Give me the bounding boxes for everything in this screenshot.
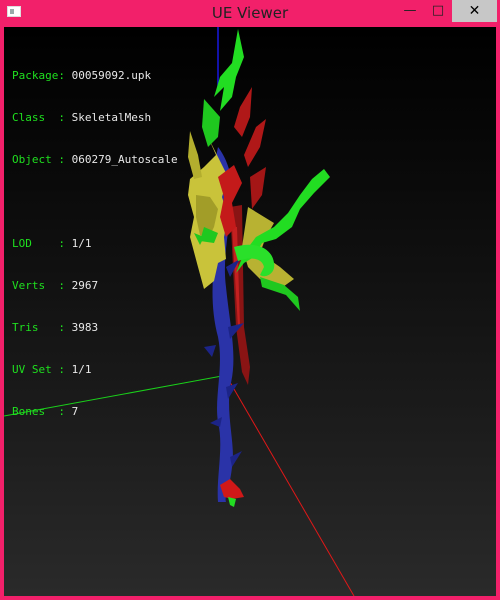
info-row-tris: Tris : 3983: [12, 321, 178, 335]
mesh-red-flame-right: [250, 167, 266, 209]
info-row-lod: LOD : 1/1: [12, 237, 178, 251]
maximize-button[interactable]: □: [425, 0, 451, 22]
info-value: SkeletalMesh: [71, 111, 152, 124]
info-label: Bones :: [12, 405, 72, 418]
info-row-class: Class : SkeletalMesh: [12, 111, 178, 125]
info-label: Package:: [12, 69, 72, 82]
mesh-info-panel: Package: 00059092.upk Class : SkeletalMe…: [12, 41, 178, 447]
info-label: UV Set :: [12, 363, 72, 376]
info-value: 00059092.upk: [71, 69, 152, 82]
info-row-package: Package: 00059092.upk: [12, 69, 178, 83]
app-window: UE Viewer — □ ✕ Package: 00059092.upk Cl…: [0, 0, 500, 600]
mesh-green-flame-left: [202, 99, 220, 147]
info-value: 2967: [71, 279, 99, 292]
info-row-verts: Verts : 2967: [12, 279, 178, 293]
mesh-red-flame-top: [234, 87, 266, 167]
info-spacer: [12, 195, 178, 209]
info-row-uvset: UV Set : 1/1: [12, 363, 178, 377]
mesh-yellow-horn-left: [188, 131, 202, 179]
info-label: Object :: [12, 153, 72, 166]
info-label: Class :: [12, 111, 72, 124]
info-row-object: Object : 060279_Autoscale: [12, 153, 178, 167]
close-button[interactable]: ✕: [452, 0, 497, 22]
info-label: Tris :: [12, 321, 72, 334]
info-row-bones: Bones : 7: [12, 405, 178, 419]
info-value: 060279_Autoscale: [71, 153, 178, 166]
info-label: Verts :: [12, 279, 72, 292]
info-value: 3983: [71, 321, 99, 334]
info-label: LOD :: [12, 237, 72, 250]
info-value: 7: [71, 405, 79, 418]
minimize-button[interactable]: —: [396, 0, 424, 22]
info-value: 1/1: [71, 237, 92, 250]
3d-viewport[interactable]: Package: 00059092.upk Class : SkeletalMe…: [4, 27, 496, 596]
info-value: 1/1: [71, 363, 92, 376]
title-bar[interactable]: UE Viewer — □ ✕: [0, 0, 500, 27]
z-axis-line: [226, 376, 355, 596]
